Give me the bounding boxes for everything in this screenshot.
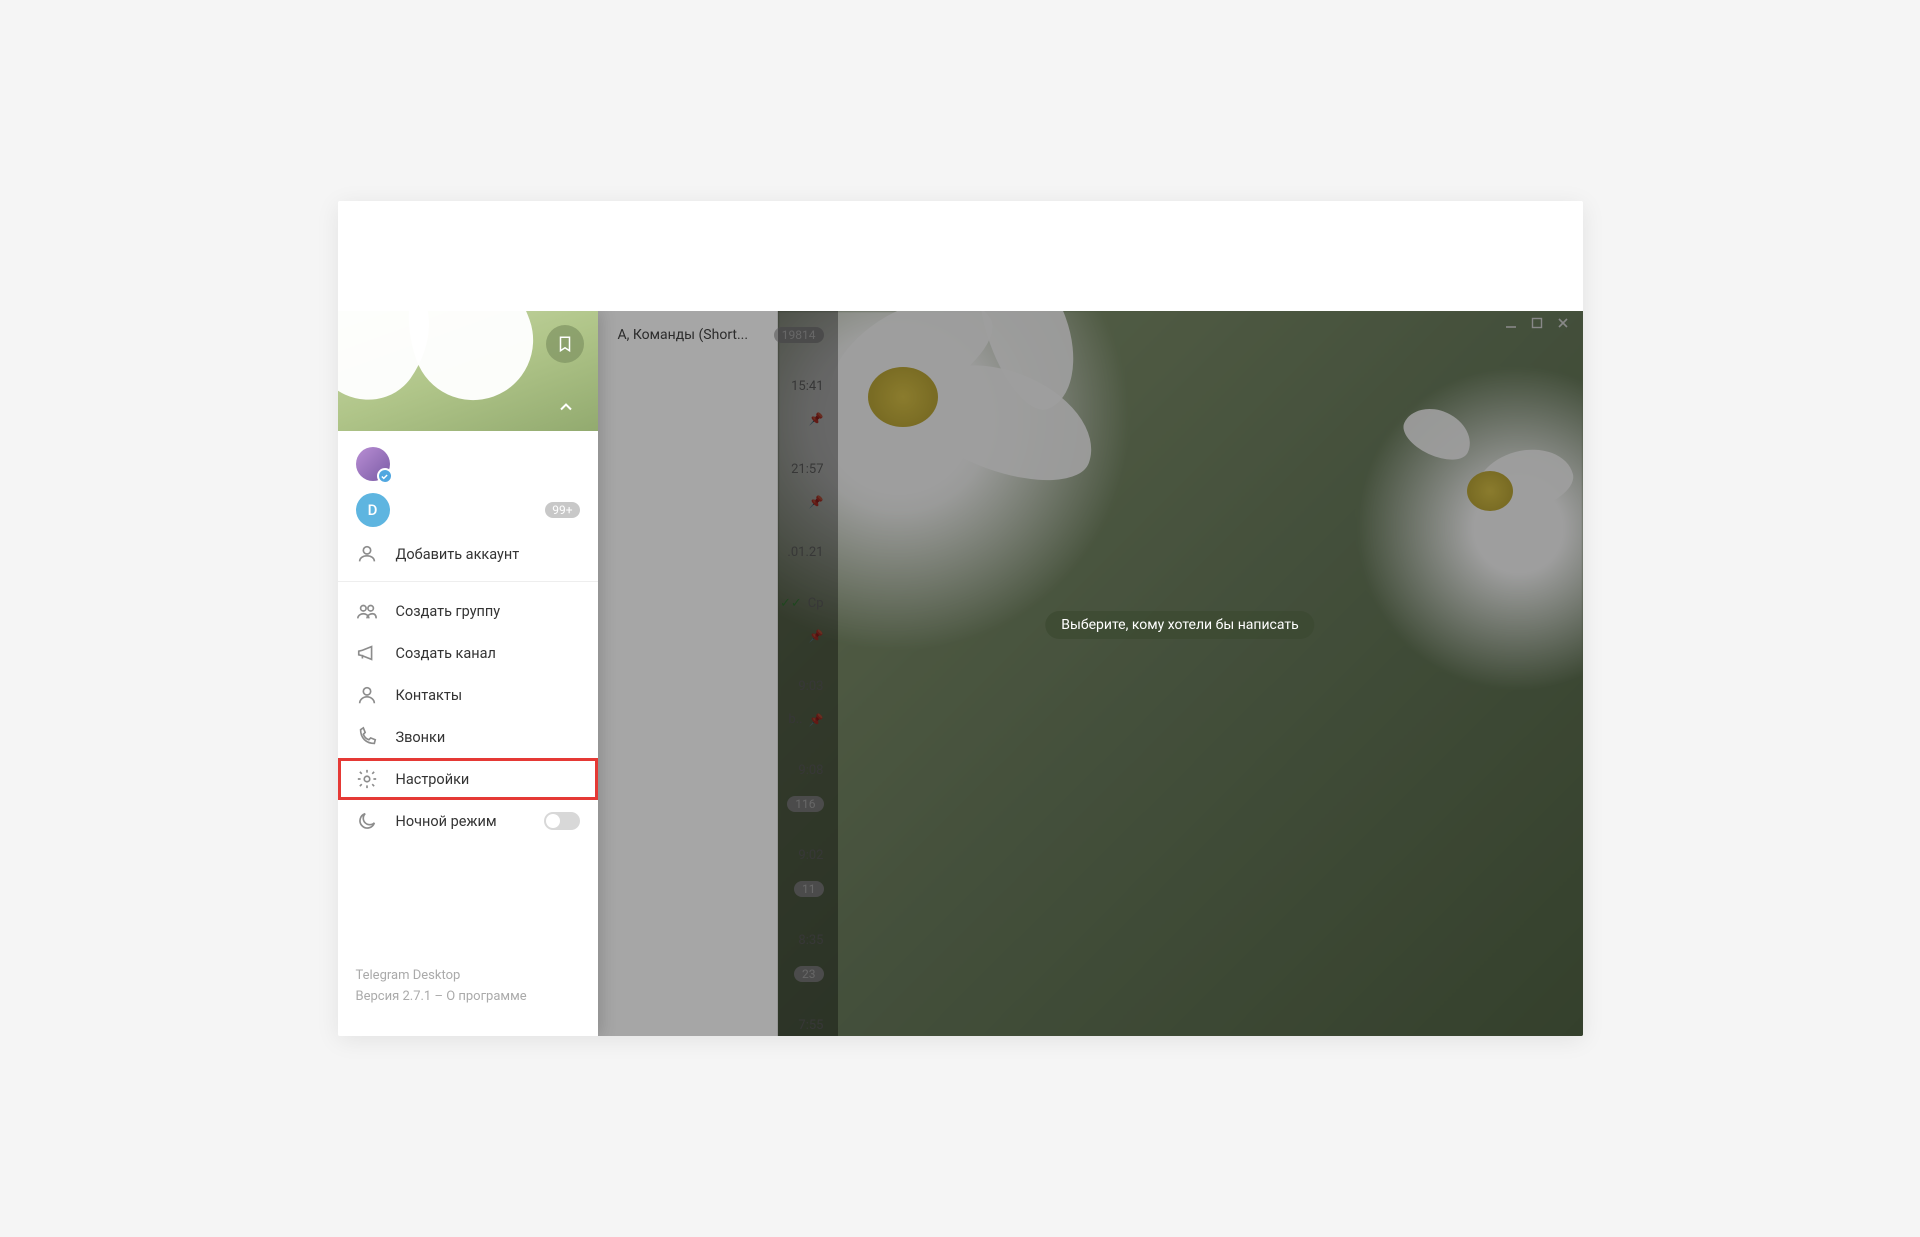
- menu-label: Ночной режим: [396, 813, 497, 830]
- menu-label: Добавить аккаунт: [396, 546, 520, 563]
- account-row-2[interactable]: D 99+: [338, 487, 598, 533]
- avatar: [356, 447, 390, 481]
- menu-label: Создать группу: [396, 603, 501, 620]
- chat-main-area: Выберите, кому хотели бы написать: [778, 311, 1583, 1036]
- drawer-footer: Telegram Desktop Версия 2.7.1 – О програ…: [338, 952, 598, 1036]
- person-icon: [356, 684, 378, 706]
- unread-badge: 99+: [545, 502, 579, 518]
- main-dim-overlay: [778, 311, 1583, 1036]
- megaphone-icon: [356, 642, 378, 664]
- new-group-button[interactable]: Создать группу: [338, 590, 598, 632]
- contacts-button[interactable]: Контакты: [338, 674, 598, 716]
- menu-label: Создать канал: [396, 645, 496, 662]
- add-account-button[interactable]: Добавить аккаунт: [338, 533, 598, 575]
- menu-label: Контакты: [396, 687, 463, 704]
- titlebar-blank: [338, 201, 1583, 311]
- new-channel-button[interactable]: Создать канал: [338, 632, 598, 674]
- accounts-section: D 99+ Добавить аккаунт: [338, 431, 598, 582]
- settings-button[interactable]: Настройки: [338, 758, 598, 800]
- collapse-accounts-button[interactable]: [556, 397, 576, 421]
- empty-chat-placeholder: Выберите, кому хотели бы написать: [1045, 611, 1314, 639]
- phone-icon: [356, 726, 378, 748]
- calls-button[interactable]: Звонки: [338, 716, 598, 758]
- app-name: Telegram Desktop: [356, 966, 580, 987]
- hamburger-drawer: D 99+ Добавить аккаунт: [338, 311, 598, 1036]
- app-window: D 99+ Добавить аккаунт: [338, 201, 1583, 1036]
- account-row-1[interactable]: [338, 441, 598, 487]
- chat-list-column: D 99+ Добавить аккаунт: [338, 311, 778, 1036]
- drawer-header: [338, 311, 598, 431]
- avatar-initial: D: [368, 501, 378, 519]
- person-add-icon: [356, 543, 378, 565]
- menu-label: Звонки: [396, 729, 446, 746]
- minimize-button[interactable]: [1505, 317, 1517, 329]
- window-controls: [1497, 311, 1577, 335]
- avatar: D: [356, 493, 390, 527]
- gear-icon: [356, 768, 378, 790]
- saved-messages-button[interactable]: [546, 325, 584, 363]
- group-icon: [356, 600, 378, 622]
- maximize-button[interactable]: [1531, 317, 1543, 329]
- version-line[interactable]: Версия 2.7.1 – О программе: [356, 987, 580, 1008]
- night-mode-toggle-row[interactable]: Ночной режим: [338, 800, 598, 842]
- menu-label: Настройки: [396, 771, 470, 788]
- close-button[interactable]: [1557, 317, 1569, 329]
- night-mode-toggle[interactable]: [544, 812, 580, 830]
- drawer-menu: Создать группу Создать канал Контакты: [338, 582, 598, 850]
- moon-icon: [356, 810, 378, 832]
- active-account-check-icon: [377, 468, 393, 484]
